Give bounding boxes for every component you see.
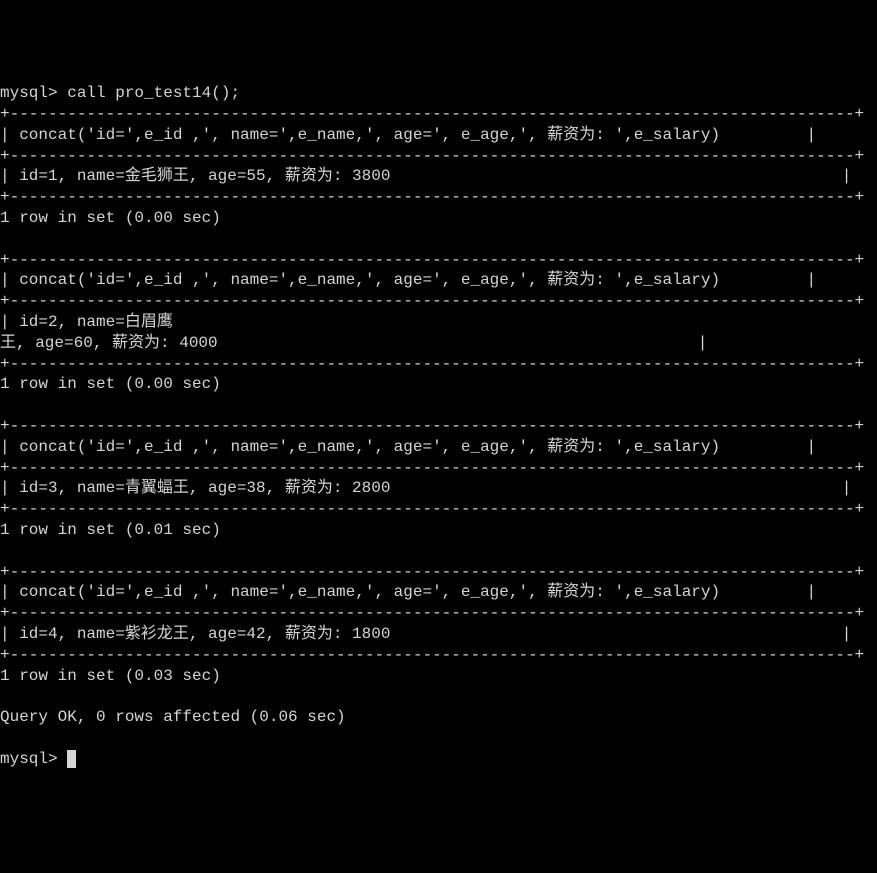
table-border: +---------------------------------------…: [0, 292, 864, 310]
table-border: +---------------------------------------…: [0, 459, 864, 477]
result-row: id=3, name=青翼蝠王, age=38, 薪资为: 2800: [19, 479, 390, 497]
table-border: +---------------------------------------…: [0, 251, 864, 269]
table-border: +---------------------------------------…: [0, 188, 864, 206]
table-border: +---------------------------------------…: [0, 105, 864, 123]
table-border: +---------------------------------------…: [0, 563, 864, 581]
row-status: 1 row in set (0.03 sec): [0, 667, 221, 685]
result-row-part2: 王, age=60, 薪资为: 4000: [0, 334, 218, 352]
column-header: concat('id=',e_id ,', name=',e_name,', a…: [19, 126, 720, 144]
terminal-output: mysql> call pro_test14(); +-------------…: [0, 83, 877, 769]
row-status: 1 row in set (0.00 sec): [0, 209, 221, 227]
table-border: +---------------------------------------…: [0, 604, 864, 622]
cursor-icon[interactable]: [67, 750, 76, 768]
table-border: +---------------------------------------…: [0, 417, 864, 435]
result-row: id=4, name=紫衫龙王, age=42, 薪资为: 1800: [19, 625, 390, 643]
result-row-part1: id=2, name=白眉鹰: [19, 313, 173, 331]
mysql-prompt: mysql>: [0, 750, 58, 768]
table-border: +---------------------------------------…: [0, 355, 864, 373]
table-border: +---------------------------------------…: [0, 147, 864, 165]
row-status: 1 row in set (0.00 sec): [0, 375, 221, 393]
table-border: +---------------------------------------…: [0, 500, 864, 518]
query-final-status: Query OK, 0 rows affected (0.06 sec): [0, 708, 346, 726]
column-header: concat('id=',e_id ,', name=',e_name,', a…: [19, 438, 720, 456]
result-row: id=1, name=金毛狮王, age=55, 薪资为: 3800: [19, 167, 390, 185]
column-header: concat('id=',e_id ,', name=',e_name,', a…: [19, 271, 720, 289]
row-status: 1 row in set (0.01 sec): [0, 521, 221, 539]
mysql-prompt: mysql>: [0, 84, 67, 102]
column-header: concat('id=',e_id ,', name=',e_name,', a…: [19, 583, 720, 601]
sql-command: call pro_test14();: [67, 84, 240, 102]
table-border: +---------------------------------------…: [0, 646, 864, 664]
